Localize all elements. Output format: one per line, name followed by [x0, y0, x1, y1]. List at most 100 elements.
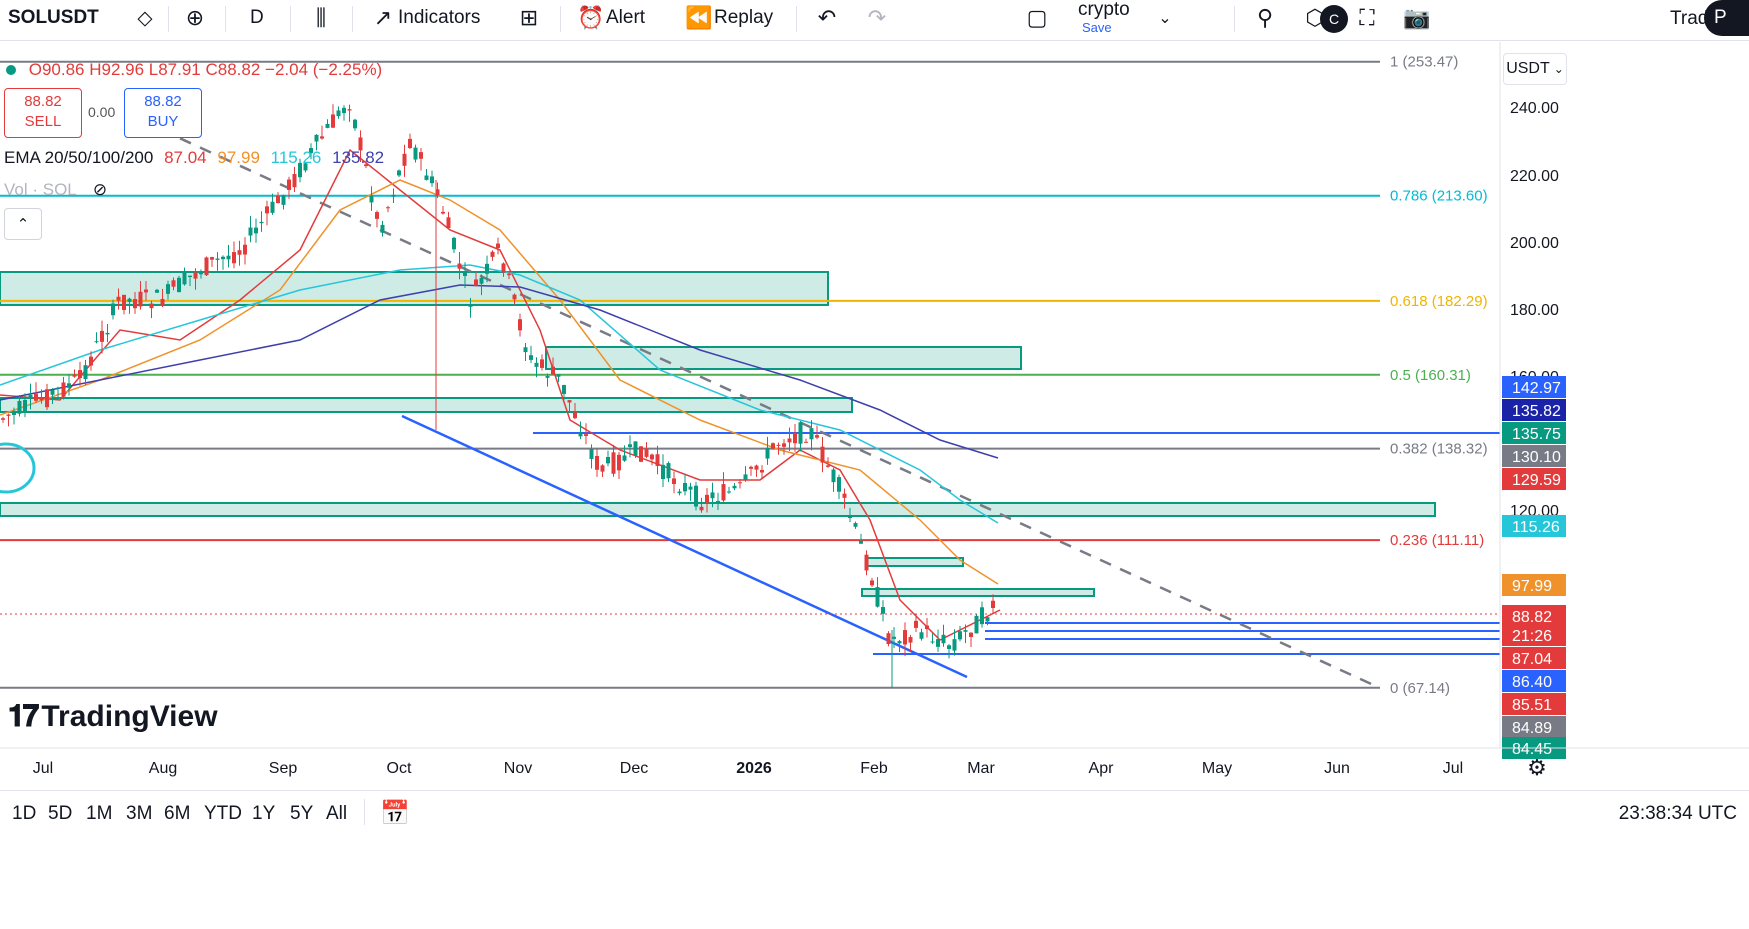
rewind-icon: ⏪ [685, 5, 713, 30]
price-badge-label: 129.59 [1512, 472, 1561, 489]
candles-style-icon[interactable]: ⫼ [306, 0, 336, 36]
price-axis-tick: 240.00 [1510, 100, 1559, 117]
range-5y[interactable]: 5Y [290, 803, 313, 825]
alarm-clock-icon: ⏰ [577, 5, 605, 30]
candle-body [419, 152, 423, 159]
candle-body [699, 506, 704, 511]
alert-button[interactable]: ⏰ Alert [576, 0, 645, 36]
candle-body [204, 257, 209, 276]
range-5d[interactable]: 5D [48, 803, 72, 825]
layout-square-icon[interactable]: ▢ [1022, 0, 1052, 36]
templates-icon[interactable]: ⊞ [514, 0, 544, 36]
camera-icon[interactable]: 📷 [1402, 0, 1432, 36]
candle-body [391, 194, 396, 197]
replay-button[interactable]: ⏪ Replay [684, 0, 773, 36]
candle-body [287, 179, 291, 190]
candle-body [61, 382, 66, 397]
ema-label: EMA 20/50/100/200 [4, 148, 154, 167]
fib-level-label: 1 (253.47) [1390, 54, 1458, 71]
candle-body [886, 633, 891, 645]
candle-body [837, 477, 841, 492]
candle-body [628, 444, 632, 447]
candle-body [562, 385, 566, 394]
candle-body [710, 492, 715, 499]
utc-clock[interactable]: 23:38:34 UTC [1619, 803, 1737, 825]
market-status-dot [6, 65, 16, 75]
divider [168, 6, 169, 32]
quick-search-icon[interactable]: ⚲ [1250, 0, 1280, 36]
interval-button[interactable]: D [250, 0, 264, 36]
candle-body [127, 298, 132, 302]
divider [560, 6, 561, 32]
candle-body [254, 227, 258, 234]
range-ytd[interactable]: YTD [204, 803, 242, 825]
calendar-icon[interactable]: 📅 [380, 799, 410, 828]
candle-body [523, 347, 528, 353]
candle-body [815, 435, 819, 438]
indicators-button[interactable]: ↗ Indicators [368, 0, 481, 36]
candle-body [78, 370, 82, 379]
time-axis-label: May [1202, 760, 1232, 777]
ema-legend[interactable]: EMA 20/50/100/200 87.04 97.99 115.26 135… [4, 148, 384, 168]
compare-symbol-icon[interactable]: ⊕ [180, 0, 210, 36]
eye-crossed-icon[interactable]: ⊘ [93, 180, 107, 199]
range-1y[interactable]: 1Y [252, 803, 275, 825]
range-all[interactable]: All [326, 803, 347, 825]
undo-icon[interactable]: ↶ [812, 0, 842, 36]
candle-body [188, 275, 192, 278]
candle-body [402, 153, 407, 166]
range-1d[interactable]: 1D [12, 803, 36, 825]
candle-body [34, 393, 38, 401]
redo-icon[interactable]: ↷ [862, 0, 892, 36]
buy-button[interactable]: 88.82 BUY [124, 88, 202, 138]
candle-body [639, 446, 643, 462]
candle-body [688, 486, 693, 490]
fib-level-label: 0.5 (160.31) [1390, 367, 1471, 384]
candle-body [727, 491, 731, 493]
candle-body [804, 441, 808, 443]
chevron-down-icon[interactable]: ⌄ [1150, 0, 1180, 36]
candle-body [732, 485, 737, 489]
top-toolbar: SOLUSDT ⬦ ⊕ D ⫼ ↗ Indicators ⊞ ⏰ Alert ⏪… [0, 0, 1749, 41]
currency-selector[interactable]: USDT ⌄ [1503, 53, 1567, 85]
range-3m[interactable]: 3M [126, 803, 152, 825]
divider [225, 6, 226, 32]
sell-button[interactable]: 88.82 SELL [4, 88, 82, 138]
candle-body [567, 400, 572, 403]
candle-body [314, 134, 319, 142]
candle-body [584, 434, 588, 436]
range-1m[interactable]: 1M [86, 803, 112, 825]
candle-body [39, 397, 44, 401]
candle-body [336, 110, 341, 117]
candle-body [397, 170, 401, 176]
candle-body [683, 483, 687, 492]
range-6m[interactable]: 6M [164, 803, 190, 825]
chevron-up-icon[interactable]: ⌃ [4, 208, 42, 240]
candle-body [930, 641, 935, 643]
symbol-search[interactable]: SOLUSDT [8, 0, 99, 36]
symbol-options-icon[interactable]: ⬦ [130, 0, 160, 36]
candle-body [529, 355, 533, 360]
candle-body [798, 422, 803, 444]
candle-body [545, 375, 550, 378]
candle-body [864, 554, 869, 571]
replay-label: Replay [714, 7, 774, 28]
tradingview-logo[interactable]: 𝟏𝟕 TradingView [8, 700, 218, 734]
candle-body [446, 217, 451, 229]
price-badge-label: 86.40 [1512, 674, 1552, 691]
price-badge-label: 85.51 [1512, 697, 1552, 714]
price-axis-tick: 220.00 [1510, 168, 1559, 185]
publish-button[interactable]: P [1704, 0, 1749, 36]
time-axis-label: Jun [1324, 760, 1350, 777]
candle-body [848, 517, 852, 519]
candle-body [160, 298, 165, 306]
fullscreen-icon[interactable]: ⛶ [1352, 0, 1382, 36]
ema-20-value: 87.04 [164, 148, 207, 167]
candle-body [963, 630, 968, 632]
ema-line [0, 179, 999, 585]
candle-body [182, 272, 187, 285]
candle-body [67, 383, 71, 388]
settings-hexagon-icon[interactable]: ⬡ [1300, 0, 1330, 36]
volume-legend[interactable]: Vol · SOL ⊘ [4, 180, 107, 200]
save-status[interactable]: Save [1082, 20, 1112, 35]
